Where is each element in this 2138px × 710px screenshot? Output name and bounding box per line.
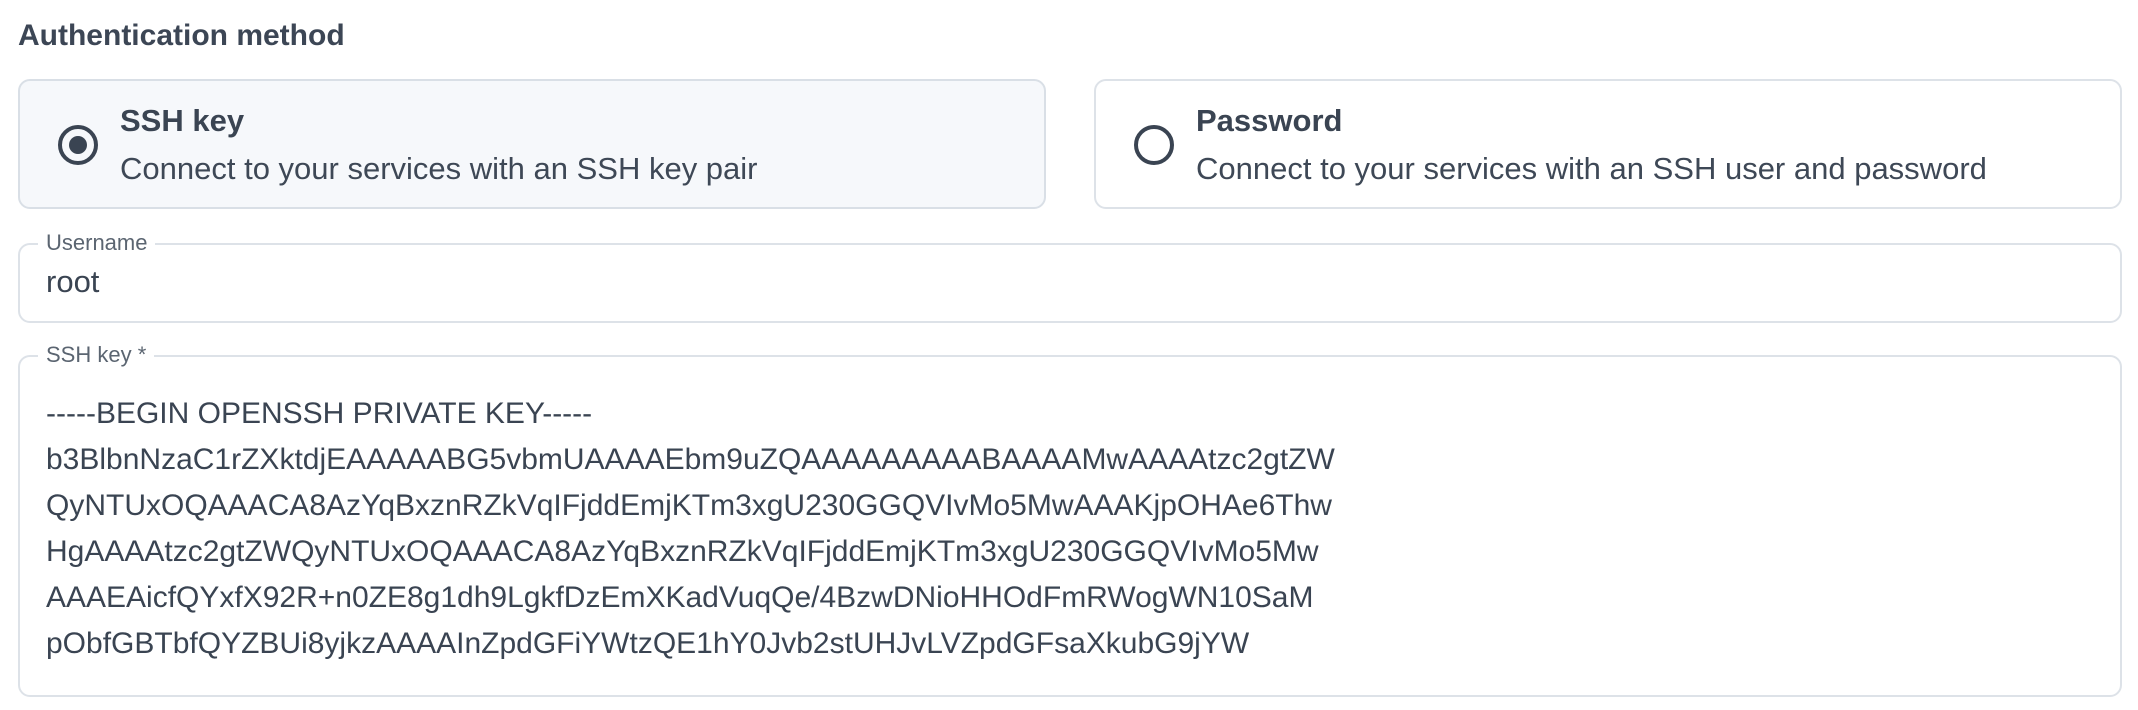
section-title: Authentication method [18,19,345,52]
auth-option-description: Connect to your services with an SSH use… [1196,151,1987,186]
username-input[interactable]: root [46,262,99,302]
auth-option-ssh-key[interactable]: SSH key Connect to your services with an… [18,79,1046,209]
username-field[interactable]: Username root [18,229,2122,323]
ssh-key-label: SSH key * [38,341,155,369]
username-label: Username [38,229,156,257]
auth-option-description: Connect to your services with an SSH key… [120,151,758,186]
radio-unselected-icon[interactable] [1134,125,1174,165]
radio-dot [69,136,87,154]
auth-option-password[interactable]: Password Connect to your services with a… [1094,79,2122,209]
auth-option-title: SSH key [120,103,245,138]
ssh-key-field[interactable]: SSH key * -----BEGIN OPENSSH PRIVATE KEY… [18,341,2122,697]
ssh-key-textarea[interactable]: -----BEGIN OPENSSH PRIVATE KEY----- b3Bl… [46,391,1335,667]
auth-option-title: Password [1196,103,1343,138]
radio-selected-icon[interactable] [58,125,98,165]
